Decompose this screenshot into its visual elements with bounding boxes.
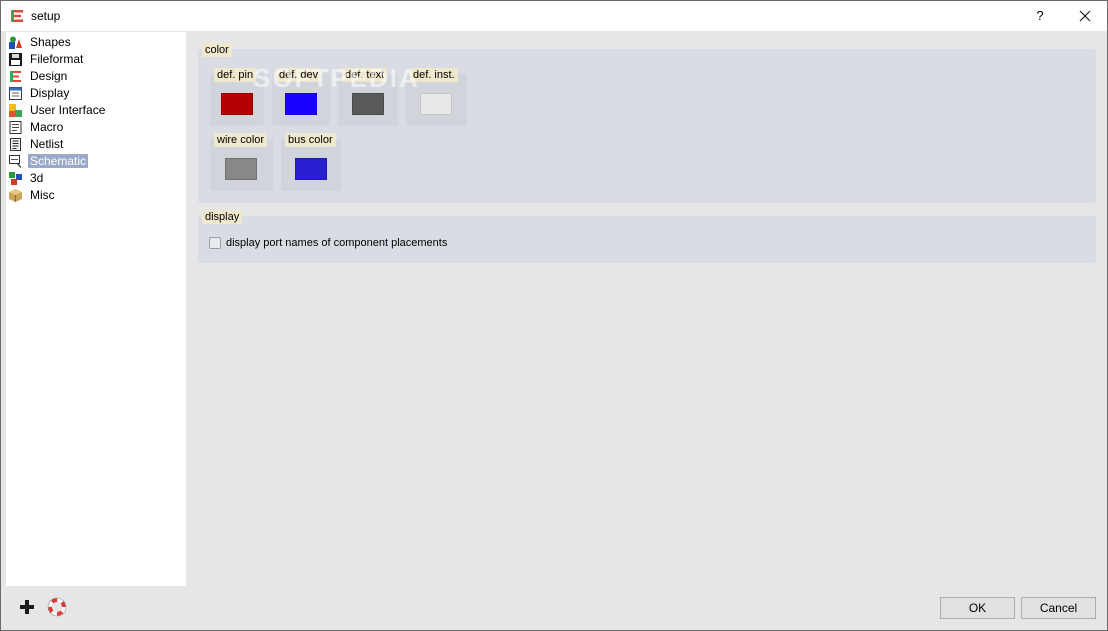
sidebar-item-label: Shapes — [30, 35, 71, 49]
sidebar-item-macro[interactable]: Macro — [9, 119, 65, 135]
ok-button[interactable]: OK — [940, 597, 1015, 619]
sidebar-item-label: Fileformat — [30, 52, 84, 66]
floppy-disk-icon — [9, 52, 22, 66]
display-port-names-label[interactable]: display port names of component placemen… — [226, 237, 447, 249]
sidebar-item-label: Design — [30, 69, 68, 83]
sidebar-item-label: Netlist — [30, 137, 64, 151]
settings-category-tree: Shapes Fileformat Design Display User In… — [6, 32, 186, 586]
add-icon[interactable] — [17, 597, 37, 617]
sidebar-item-display[interactable]: Display — [9, 85, 71, 101]
schematic-settings-panel: color def. pin def. dev def. text def. i… — [196, 32, 1101, 586]
wire-color-swatch[interactable] — [225, 158, 257, 180]
display-group-title: display — [202, 210, 243, 224]
close-icon[interactable] — [1071, 5, 1099, 27]
sidebar-item-design[interactable]: Design — [9, 68, 69, 84]
sidebar-item-label: 3d — [30, 171, 44, 185]
def-dev-color-swatch[interactable] — [285, 93, 317, 115]
sidebar-item-label: Display — [30, 86, 70, 100]
box-icon — [9, 188, 22, 202]
sidebar-item-shapes[interactable]: Shapes — [9, 34, 73, 50]
sidebar-item-misc[interactable]: Misc — [9, 187, 57, 203]
sidebar-item-netlist[interactable]: Netlist — [9, 136, 65, 152]
lifebuoy-help-icon[interactable] — [47, 597, 67, 617]
sidebar-item-label: Misc — [30, 188, 55, 202]
wire-color-label: wire color — [214, 133, 268, 147]
3d-cubes-icon — [9, 171, 22, 185]
sidebar-item-label: Macro — [30, 120, 64, 134]
schematic-icon — [9, 154, 22, 168]
display-window-icon — [9, 86, 22, 100]
sidebar-item-label: User Interface — [30, 103, 106, 117]
def-text-color-swatch[interactable] — [352, 93, 384, 115]
app-logo-icon — [10, 9, 24, 23]
sidebar-item-label: Schematic — [28, 154, 89, 168]
display-port-names-checkbox[interactable] — [209, 237, 221, 249]
bus-color-swatch[interactable] — [295, 158, 327, 180]
help-button[interactable]: ? — [1027, 5, 1053, 27]
macro-script-icon — [9, 120, 22, 134]
sidebar-item-schematic[interactable]: Schematic — [9, 153, 89, 169]
design-icon — [10, 70, 21, 82]
def-text-label: def. text — [342, 68, 388, 82]
color-group-title: color — [202, 43, 232, 57]
bus-color-label: bus color — [285, 133, 336, 147]
def-inst-color-swatch[interactable] — [420, 93, 452, 115]
def-pin-color-swatch[interactable] — [221, 93, 253, 115]
title-bar: setup ? — [1, 1, 1107, 31]
netlist-document-icon — [10, 137, 21, 151]
def-pin-label: def. pin — [214, 68, 257, 82]
def-inst-label: def. inst. — [410, 68, 458, 82]
cancel-button[interactable]: Cancel — [1021, 597, 1096, 619]
sidebar-item-user-interface[interactable]: User Interface — [9, 102, 107, 118]
sidebar-item-3d[interactable]: 3d — [9, 170, 45, 186]
setup-dialog: setup ? Shapes Fileformat Design Display… — [0, 0, 1108, 631]
window-title: setup — [31, 9, 61, 23]
def-dev-label: def. dev — [276, 68, 322, 82]
shapes-icon — [9, 36, 22, 49]
puzzle-icon — [9, 103, 22, 117]
sidebar-item-fileformat[interactable]: Fileformat — [9, 51, 85, 67]
